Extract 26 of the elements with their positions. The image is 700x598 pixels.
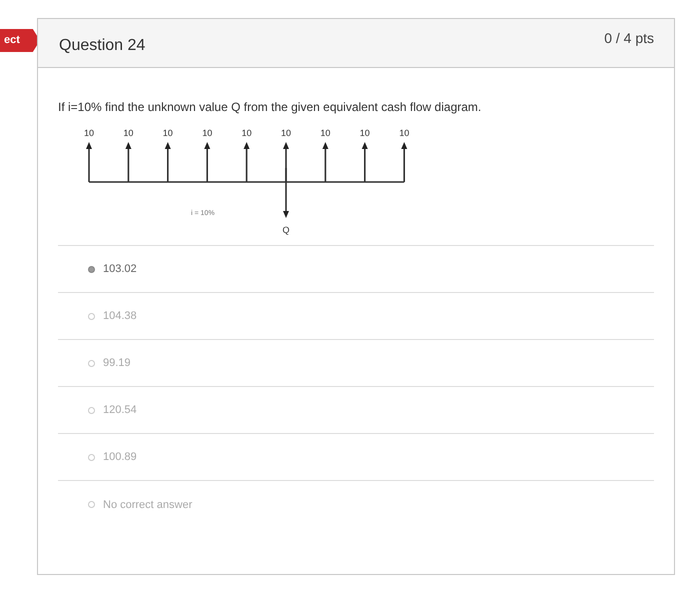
question-text: If i=10% find the unknown value Q from the given equivalent cash flow diagram. xyxy=(58,100,482,114)
cash-flow-label: 10 xyxy=(84,128,94,138)
cash-flow-label: 10 xyxy=(162,128,173,138)
answer-option[interactable]: 99.19 xyxy=(58,340,654,387)
status-badge: ect xyxy=(0,29,40,52)
radio-button[interactable] xyxy=(88,454,95,460)
cash-flow-label: 10 xyxy=(202,128,212,138)
unknown-value-label: Q xyxy=(282,225,290,235)
answer-option[interactable]: No correct answer xyxy=(58,481,654,528)
cash-flow-label: 10 xyxy=(399,128,410,138)
answer-option[interactable]: 104.38 xyxy=(58,293,654,340)
answer-option[interactable]: 120.54 xyxy=(58,387,654,434)
cash-flow-label: 10 xyxy=(320,128,330,138)
radio-button[interactable] xyxy=(88,501,95,508)
cash-flow-label: 10 xyxy=(360,128,370,138)
radio-button[interactable] xyxy=(88,266,95,272)
answer-option[interactable]: 103.02 xyxy=(58,246,654,293)
answer-option[interactable]: 100.89 xyxy=(58,434,654,481)
radio-button[interactable] xyxy=(88,406,95,414)
points-label: 0 / 4 pts xyxy=(604,30,654,48)
cash-flow-label: 10 xyxy=(281,128,291,138)
cash-flow-label: 10 xyxy=(123,128,134,138)
cash-flow-label: 10 xyxy=(242,128,252,138)
radio-button[interactable] xyxy=(88,360,95,366)
question-title: Question 24 xyxy=(59,37,146,56)
radio-button[interactable] xyxy=(88,312,95,320)
